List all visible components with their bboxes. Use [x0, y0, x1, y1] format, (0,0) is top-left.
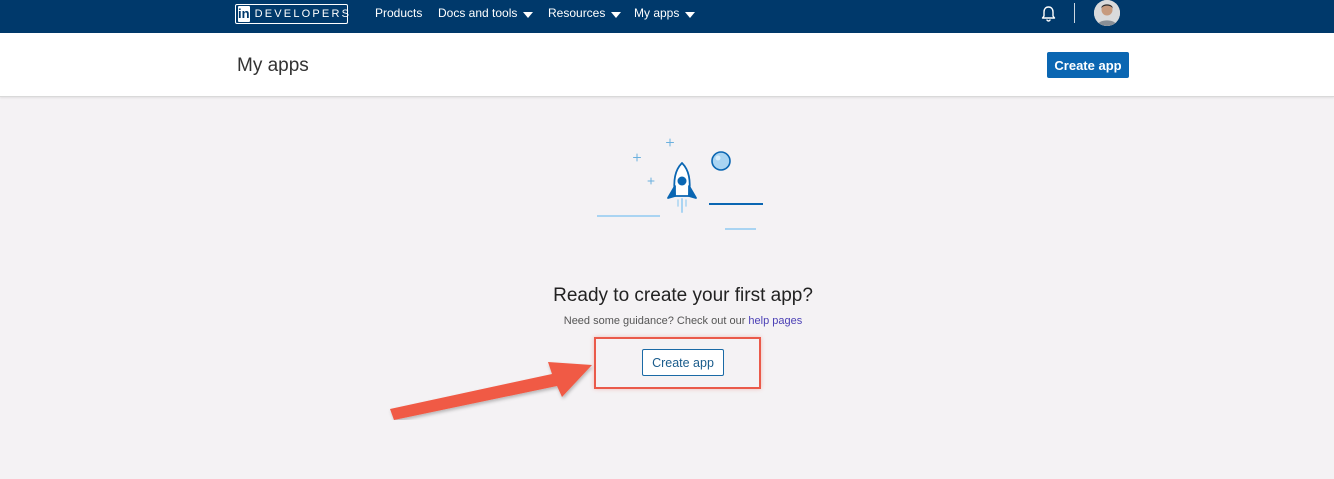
avatar[interactable] [1094, 0, 1120, 26]
empty-state-title: Ready to create your first app? [553, 285, 813, 306]
chevron-down-icon [611, 11, 622, 18]
nav-item-my-apps[interactable]: My apps [634, 0, 696, 27]
page-header: My apps Create app [0, 33, 1334, 97]
bell-icon[interactable] [1040, 5, 1057, 23]
create-app-button[interactable]: Create app [642, 349, 724, 376]
nav-item-label: My apps [634, 6, 680, 20]
nav-item-resources[interactable]: Resources [548, 0, 622, 27]
help-pages-link[interactable]: help pages [748, 315, 802, 327]
logo-text: DEVELOPERS [254, 8, 352, 20]
nav-item-label: Docs and tools [438, 6, 518, 20]
chevron-down-icon [523, 11, 534, 18]
page-title: My apps [237, 55, 309, 76]
nav-item-label: Resources [548, 6, 606, 20]
linkedin-developers-logo[interactable]: in DEVELOPERS [235, 4, 349, 24]
pointer-arrow-icon [390, 362, 592, 420]
nav-item-docs-and-tools[interactable]: Docs and tools [438, 0, 534, 27]
header-create-app-button[interactable]: Create app [1047, 52, 1129, 78]
nav-item-label: Products [375, 6, 423, 20]
rocket-illustration [597, 138, 763, 230]
nav-item-products[interactable]: Products [375, 0, 422, 27]
subtitle-text: Need some guidance? Check out our [563, 315, 749, 327]
chevron-down-icon [685, 11, 696, 18]
empty-state-subtitle: Need some guidance? Check out our help p… [0, 315, 1334, 327]
linkedin-logo-icon: in [238, 6, 250, 22]
top-nav: in DEVELOPERS Products Docs and tools Re… [0, 0, 1334, 33]
nav-divider [1074, 3, 1075, 23]
